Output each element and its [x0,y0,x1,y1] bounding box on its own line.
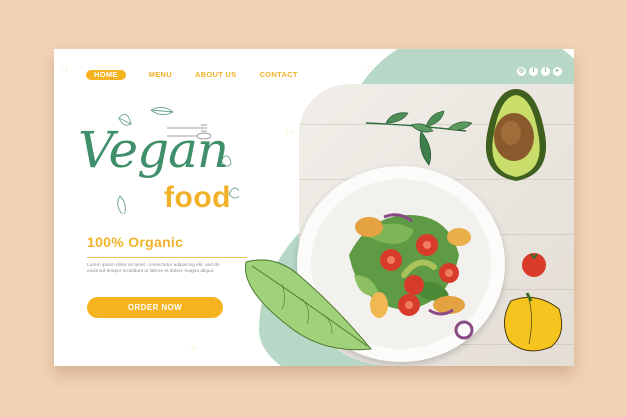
avocado-illustration [485,89,547,181]
nav-about-us-link[interactable]: ABOUT US [195,70,237,80]
decor-dots: ·: [62,67,69,74]
landing-page-card: HOME MENU ABOUT US CONTACT ◎ f t ▸ ·: :·… [54,49,574,366]
hero-subtitle: 100% Organic [87,234,184,250]
nav-menu-link[interactable]: MENU [149,70,172,80]
nav-home-link[interactable]: HOME [86,70,126,80]
order-now-button[interactable]: ORDER NOW [87,297,223,318]
divider [87,257,247,258]
facebook-icon[interactable]: f [529,67,538,76]
decor-dots: ·:· [189,344,199,351]
hero-description: Lorem ipsum dolor sit amet, consectetur … [87,263,220,275]
hero-title-script: Vegan [78,121,229,179]
youtube-icon[interactable]: ▸ [553,67,562,76]
lettuce-leaf-illustration [245,259,372,351]
cherry-tomato-illustration [522,253,546,277]
decor-dots: ·:· [364,65,374,72]
hero-title-food: food [164,181,231,214]
top-navigation: HOME MENU ABOUT US CONTACT [86,70,321,80]
herb-branch-illustration [366,110,473,166]
decor-dots: :·: [286,129,296,136]
instagram-icon[interactable]: ◎ [517,67,526,76]
nav-contact-link[interactable]: CONTACT [260,70,298,80]
social-links: ◎ f t ▸ [517,67,562,76]
yellow-pepper-illustration [504,292,563,352]
twitter-icon[interactable]: t [541,67,550,76]
